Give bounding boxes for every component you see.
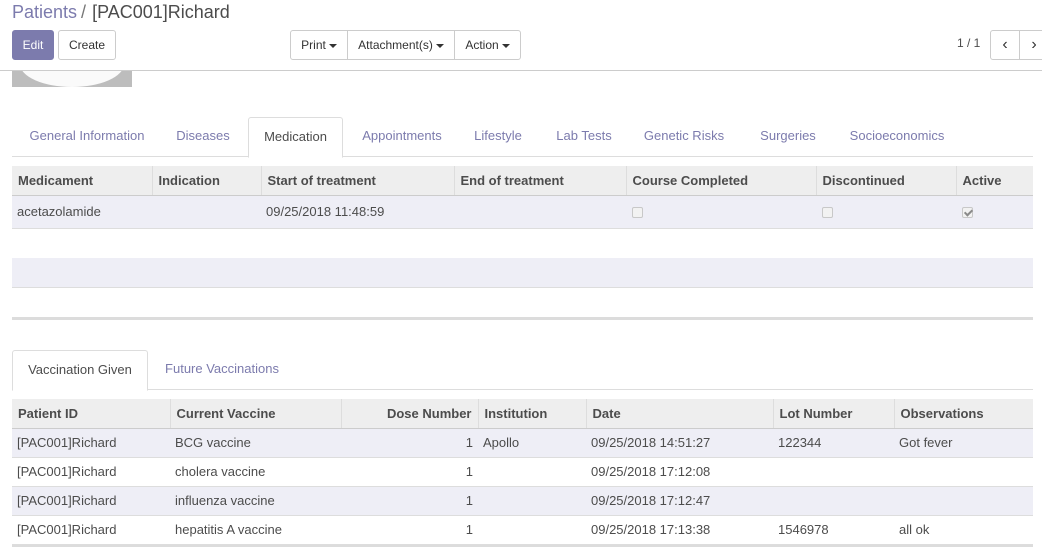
lot-number-cell: 122344 xyxy=(773,428,894,458)
patient-id-cell: [PAC001]Richard xyxy=(12,457,170,487)
discontinued-cell xyxy=(816,195,956,229)
control-panel: Patients / [PAC001]Richard Edit Create Pri… xyxy=(0,0,1042,71)
start-of-treatment-cell: 09/25/2018 11:48:59 xyxy=(261,195,454,229)
table-footer-divider xyxy=(12,545,1033,547)
create-button[interactable]: Create xyxy=(58,30,116,60)
column-header-medicament[interactable]: Medicament xyxy=(12,166,152,196)
tab-appointments[interactable]: Appointments xyxy=(352,117,452,157)
vaccine-cell: influenza vaccine xyxy=(170,486,341,516)
dose-number-cell: 1 xyxy=(341,457,478,487)
tab-surgeries[interactable]: Surgeries xyxy=(749,117,827,157)
print-label: Print xyxy=(301,38,326,52)
tab-lifestyle[interactable]: Lifestyle xyxy=(464,117,532,157)
lot-number-cell xyxy=(773,486,894,516)
column-header-indication[interactable]: Indication xyxy=(151,166,261,196)
caret-down-icon xyxy=(501,43,510,48)
patient-id-cell: [PAC001]Richard xyxy=(12,515,170,545)
column-header-course-completed[interactable]: Course Completed xyxy=(625,166,816,196)
observations-cell xyxy=(894,486,1033,516)
action-dropdown-button[interactable]: Action xyxy=(454,30,521,60)
chevron-left-icon: ‹ xyxy=(1002,36,1008,53)
active-checkbox xyxy=(962,207,973,219)
date-cell: 09/25/2018 17:12:08 xyxy=(586,457,773,487)
column-header-dose-number[interactable]: Dose Number xyxy=(340,399,478,429)
pager-previous-button[interactable]: ‹ xyxy=(990,30,1020,60)
active-cell xyxy=(956,195,1033,229)
table-header-row: Medicament Indication Start of treatment… xyxy=(12,166,1033,196)
tab-medication[interactable]: Medication xyxy=(248,117,343,158)
dose-number-cell: 1 xyxy=(341,486,478,516)
breadcrumb: Patients / [PAC001]Richard xyxy=(12,1,230,23)
tab-socioeconomics[interactable]: Socioeconomics xyxy=(842,117,952,157)
section-divider xyxy=(12,317,1033,320)
observations-cell: Got fever xyxy=(894,428,1033,458)
indication-cell xyxy=(152,195,261,229)
table-header-row: Patient ID Current Vaccine Dose Number I… xyxy=(12,399,1033,429)
column-header-observations[interactable]: Observations xyxy=(893,399,1033,429)
pager-value[interactable]: 1 / 1 xyxy=(957,36,980,50)
vaccinations-table: Patient ID Current Vaccine Dose Number I… xyxy=(12,399,1033,545)
patient-notebook-tabs: General Information Diseases Medication … xyxy=(12,117,1033,158)
breadcrumb-patients-link[interactable]: Patients xyxy=(12,2,77,22)
date-cell: 09/25/2018 17:13:38 xyxy=(586,515,773,545)
vaccine-cell: BCG vaccine xyxy=(170,428,341,458)
tab-future-vaccinations[interactable]: Future Vaccinations xyxy=(154,350,290,390)
institution-cell xyxy=(478,486,586,516)
course-completed-checkbox xyxy=(632,207,643,219)
lot-number-cell xyxy=(773,457,894,487)
patient-id-cell: [PAC001]Richard xyxy=(12,428,170,458)
table-row[interactable]: [PAC001]Richard cholera vaccine 1 09/25/… xyxy=(12,457,1033,487)
patient-avatar[interactable] xyxy=(12,71,132,87)
vaccination-tabs: Vaccination Given Future Vaccinations xyxy=(12,350,1033,391)
vaccine-cell: cholera vaccine xyxy=(170,457,341,487)
date-cell: 09/25/2018 14:51:27 xyxy=(586,428,773,458)
column-header-patient-id[interactable]: Patient ID xyxy=(12,399,170,429)
tab-vaccination-given[interactable]: Vaccination Given xyxy=(12,350,148,391)
column-header-start-of-treatment[interactable]: Start of treatment xyxy=(260,166,454,196)
column-header-current-vaccine[interactable]: Current Vaccine xyxy=(169,399,341,429)
column-header-active[interactable]: Active xyxy=(955,166,1033,196)
breadcrumb-separator: / xyxy=(81,2,87,22)
column-header-discontinued[interactable]: Discontinued xyxy=(815,166,956,196)
table-row[interactable]: [PAC001]Richard influenza vaccine 1 09/2… xyxy=(12,486,1033,516)
medicament-cell: acetazolamide xyxy=(12,195,152,229)
observations-cell xyxy=(894,457,1033,487)
print-dropdown-button[interactable]: Print xyxy=(290,30,348,60)
observations-cell: all ok xyxy=(894,515,1033,545)
edit-button[interactable]: Edit xyxy=(12,30,54,60)
course-completed-cell xyxy=(626,195,816,229)
institution-cell xyxy=(478,457,586,487)
lot-number-cell: 1546978 xyxy=(773,515,894,545)
medication-table: Medicament Indication Start of treatment… xyxy=(12,166,1033,229)
vaccine-cell: hepatitis A vaccine xyxy=(170,515,341,545)
end-of-treatment-cell xyxy=(454,195,626,229)
tab-lab-tests[interactable]: Lab Tests xyxy=(546,117,622,157)
tab-general-information[interactable]: General Information xyxy=(16,117,158,157)
column-header-date[interactable]: Date xyxy=(585,399,773,429)
attachments-dropdown-button[interactable]: Attachment(s) xyxy=(347,30,455,60)
column-header-institution[interactable]: Institution xyxy=(477,399,586,429)
caret-down-icon xyxy=(328,43,337,48)
empty-table-row xyxy=(12,258,1033,288)
action-label: Action xyxy=(465,38,499,52)
tab-genetic-risks[interactable]: Genetic Risks xyxy=(636,117,732,157)
institution-cell: Apollo xyxy=(478,428,586,458)
date-cell: 09/25/2018 17:12:47 xyxy=(586,486,773,516)
patient-id-cell: [PAC001]Richard xyxy=(12,486,170,516)
caret-down-icon xyxy=(435,43,444,48)
table-row[interactable]: [PAC001]Richard hepatitis A vaccine 1 09… xyxy=(12,515,1033,545)
discontinued-checkbox xyxy=(822,207,833,219)
tab-diseases[interactable]: Diseases xyxy=(164,117,242,157)
pager-next-button[interactable]: › xyxy=(1019,30,1042,60)
table-row[interactable]: acetazolamide 09/25/2018 11:48:59 xyxy=(12,195,1033,229)
breadcrumb-current: [PAC001]Richard xyxy=(92,2,230,22)
column-header-lot-number[interactable]: Lot Number xyxy=(772,399,894,429)
column-header-end-of-treatment[interactable]: End of treatment xyxy=(453,166,626,196)
dose-number-cell: 1 xyxy=(341,515,478,545)
table-row[interactable]: [PAC001]Richard BCG vaccine 1 Apollo 09/… xyxy=(12,428,1033,458)
chevron-right-icon: › xyxy=(1031,36,1037,53)
attachments-label: Attachment(s) xyxy=(358,38,433,52)
institution-cell xyxy=(478,515,586,545)
dose-number-cell: 1 xyxy=(341,428,478,458)
